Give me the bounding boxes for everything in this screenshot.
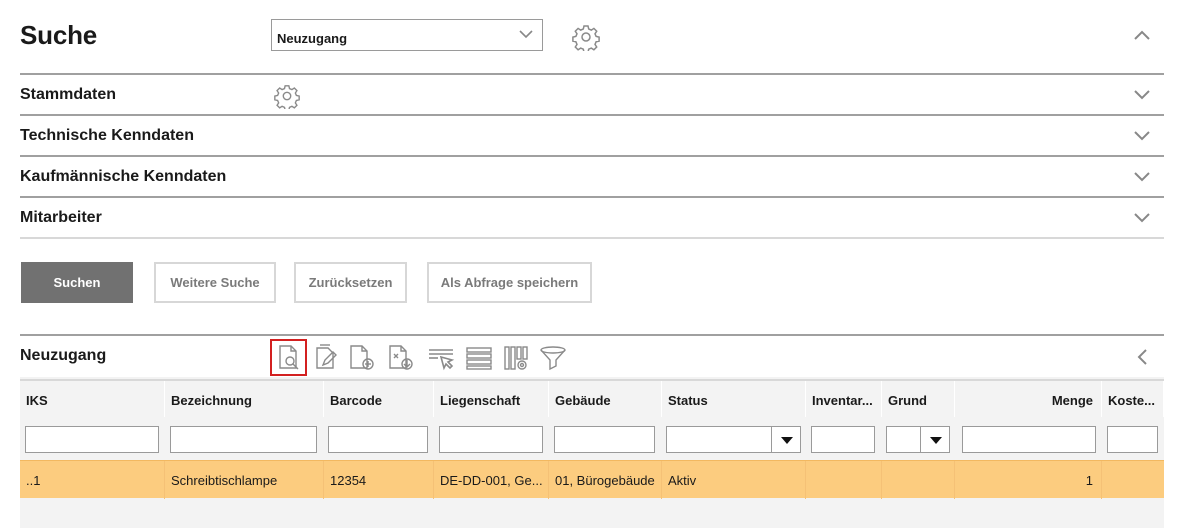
column-header-grund[interactable]: Grund xyxy=(882,381,955,419)
cell-grund xyxy=(882,461,955,499)
status-dropdown-button[interactable] xyxy=(771,426,801,453)
filter-input-inventar[interactable] xyxy=(811,426,875,453)
filter-input-menge[interactable] xyxy=(962,426,1096,453)
page-title: Suche xyxy=(20,20,98,50)
column-header-inventar[interactable]: Inventar... xyxy=(806,381,882,419)
section-label: Mitarbeiter xyxy=(20,209,102,226)
filter-input-iks[interactable] xyxy=(25,426,159,453)
further-search-button[interactable]: Weitere Suche xyxy=(154,262,276,303)
cell-iks: ..1 xyxy=(20,461,165,499)
cell-inventar xyxy=(806,461,882,499)
document-search-icon[interactable] xyxy=(270,339,307,376)
gear-icon[interactable] xyxy=(572,23,600,56)
chevron-down-icon[interactable] xyxy=(1133,88,1151,107)
cell-menge: 1 xyxy=(955,461,1102,499)
query-select-value: Neuzugang xyxy=(277,31,348,46)
cell-bezeichnung: Schreibtischlampe xyxy=(165,461,324,499)
column-header-kosten[interactable]: Koste... xyxy=(1102,381,1164,419)
chevron-left-icon[interactable] xyxy=(1135,348,1149,371)
filter-icon[interactable] xyxy=(537,342,569,374)
filter-input-status[interactable] xyxy=(666,426,772,453)
section-technische-kenndaten[interactable]: Technische Kenndaten xyxy=(20,114,1164,155)
column-header-barcode[interactable]: Barcode xyxy=(324,381,434,419)
chevron-up-icon[interactable] xyxy=(1133,28,1151,47)
cell-kosten xyxy=(1102,461,1164,499)
save-query-button[interactable]: Als Abfrage speichern xyxy=(427,262,592,303)
column-header-iks[interactable]: IKS xyxy=(20,381,165,419)
results-title: Neuzugang xyxy=(20,347,107,364)
search-button[interactable]: Suchen xyxy=(21,262,133,303)
query-select[interactable]: Neuzugang xyxy=(271,19,543,51)
section-label: Stammdaten xyxy=(20,86,117,103)
column-header-bezeichnung[interactable]: Bezeichnung xyxy=(165,381,324,419)
section-kaufmaennische-kenndaten[interactable]: Kaufmännische Kenndaten xyxy=(20,155,1164,196)
rows-icon[interactable] xyxy=(463,342,495,374)
column-header-status[interactable]: Status xyxy=(662,381,806,419)
column-header-liegenschaft[interactable]: Liegenschaft xyxy=(434,381,549,419)
filter-input-kosten[interactable] xyxy=(1107,426,1158,453)
chevron-down-icon[interactable] xyxy=(1133,129,1151,148)
section-mitarbeiter[interactable]: Mitarbeiter xyxy=(20,196,1164,237)
cell-gebaeude: 01, Bürogebäude xyxy=(549,461,662,499)
document-download-icon[interactable] xyxy=(385,342,417,374)
document-edit-icon[interactable] xyxy=(310,342,342,374)
grid-header-row: IKS Bezeichnung Barcode Liegenschaft Geb… xyxy=(20,379,1164,419)
table-row[interactable]: ..1 Schreibtischlampe 12354 DE-DD-001, G… xyxy=(20,460,1164,499)
filter-input-gebaeude[interactable] xyxy=(554,426,655,453)
gear-icon[interactable] xyxy=(274,83,300,114)
select-cursor-icon[interactable] xyxy=(425,342,457,374)
filter-input-bezeichnung[interactable] xyxy=(170,426,317,453)
section-label: Technische Kenndaten xyxy=(20,127,194,144)
document-add-icon[interactable] xyxy=(346,342,378,374)
divider xyxy=(20,237,1164,239)
filter-input-grund[interactable] xyxy=(886,426,921,453)
reset-button[interactable]: Zurücksetzen xyxy=(294,262,407,303)
section-label: Kaufmännische Kenndaten xyxy=(20,168,227,185)
cell-liegenschaft: DE-DD-001, Ge... xyxy=(434,461,549,499)
chevron-down-icon xyxy=(518,26,534,45)
divider xyxy=(20,334,1164,336)
cell-barcode: 12354 xyxy=(324,461,434,499)
column-header-menge[interactable]: Menge xyxy=(955,381,1102,419)
columns-settings-icon[interactable] xyxy=(500,342,532,374)
grid-filter-row xyxy=(20,417,1164,459)
cell-status: Aktiv xyxy=(662,461,806,499)
filter-input-barcode[interactable] xyxy=(328,426,428,453)
column-header-gebaeude[interactable]: Gebäude xyxy=(549,381,662,419)
chevron-down-icon[interactable] xyxy=(1133,211,1151,230)
filter-input-liegenschaft[interactable] xyxy=(439,426,543,453)
grund-dropdown-button[interactable] xyxy=(920,426,950,453)
chevron-down-icon[interactable] xyxy=(1133,170,1151,189)
section-stammdaten[interactable]: Stammdaten xyxy=(20,73,1164,114)
